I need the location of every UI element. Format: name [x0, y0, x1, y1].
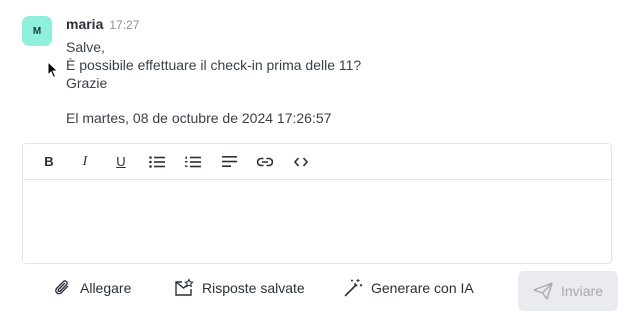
reply-actions-bar: Allegare Risposte salvate Generare con I…	[0, 268, 642, 314]
bullet-list-icon	[149, 155, 165, 168]
italic-icon: I	[82, 153, 88, 169]
code-icon	[294, 156, 308, 167]
underline-button[interactable]: U	[103, 148, 139, 176]
underline-icon: U	[116, 154, 126, 169]
numbered-list-icon	[185, 156, 201, 167]
attach-button[interactable]: Allegare	[54, 278, 131, 298]
link-icon	[257, 157, 273, 166]
message-header: maria 17:27	[66, 16, 139, 32]
send-button[interactable]: Inviare	[518, 271, 618, 311]
message-line: Grazie	[66, 75, 108, 91]
send-icon	[533, 282, 553, 300]
formatting-toolbar: B I U	[23, 144, 611, 180]
numbered-list-button[interactable]	[175, 148, 211, 176]
mouse-cursor-icon	[47, 61, 59, 79]
bold-button[interactable]: B	[31, 148, 67, 176]
message-body: Salve, È possibile effettuare il check-i…	[66, 38, 361, 92]
message-time: 17:27	[109, 18, 140, 32]
reply-editor: B I U	[22, 143, 612, 264]
saved-replies-label: Risposte salvate	[202, 280, 305, 296]
quoted-date: El martes, 08 de octubre de 2024 17:26:5…	[66, 110, 332, 126]
code-button[interactable]	[283, 148, 319, 176]
generate-ai-label: Generare con IA	[371, 279, 474, 296]
reply-text-area[interactable]	[23, 181, 611, 263]
saved-replies-button[interactable]: Risposte salvate	[174, 278, 305, 298]
attach-label: Allegare	[80, 280, 132, 296]
avatar: M	[22, 16, 52, 46]
message-line: È possibile effettuare il check-in prima…	[66, 57, 362, 73]
message-line: Salve,	[66, 39, 105, 55]
italic-button[interactable]: I	[67, 148, 103, 176]
generate-ai-button[interactable]: Generare con IA	[344, 278, 474, 297]
magic-wand-icon	[344, 279, 363, 297]
paperclip-icon	[55, 280, 69, 295]
align-left-icon	[221, 156, 237, 167]
send-label: Inviare	[560, 283, 604, 299]
bullet-list-button[interactable]	[139, 148, 175, 176]
message-author: maria	[66, 16, 104, 32]
saved-replies-icon	[175, 278, 194, 296]
link-button[interactable]	[247, 148, 283, 176]
align-left-button[interactable]	[211, 148, 247, 176]
bold-icon: B	[44, 154, 54, 169]
